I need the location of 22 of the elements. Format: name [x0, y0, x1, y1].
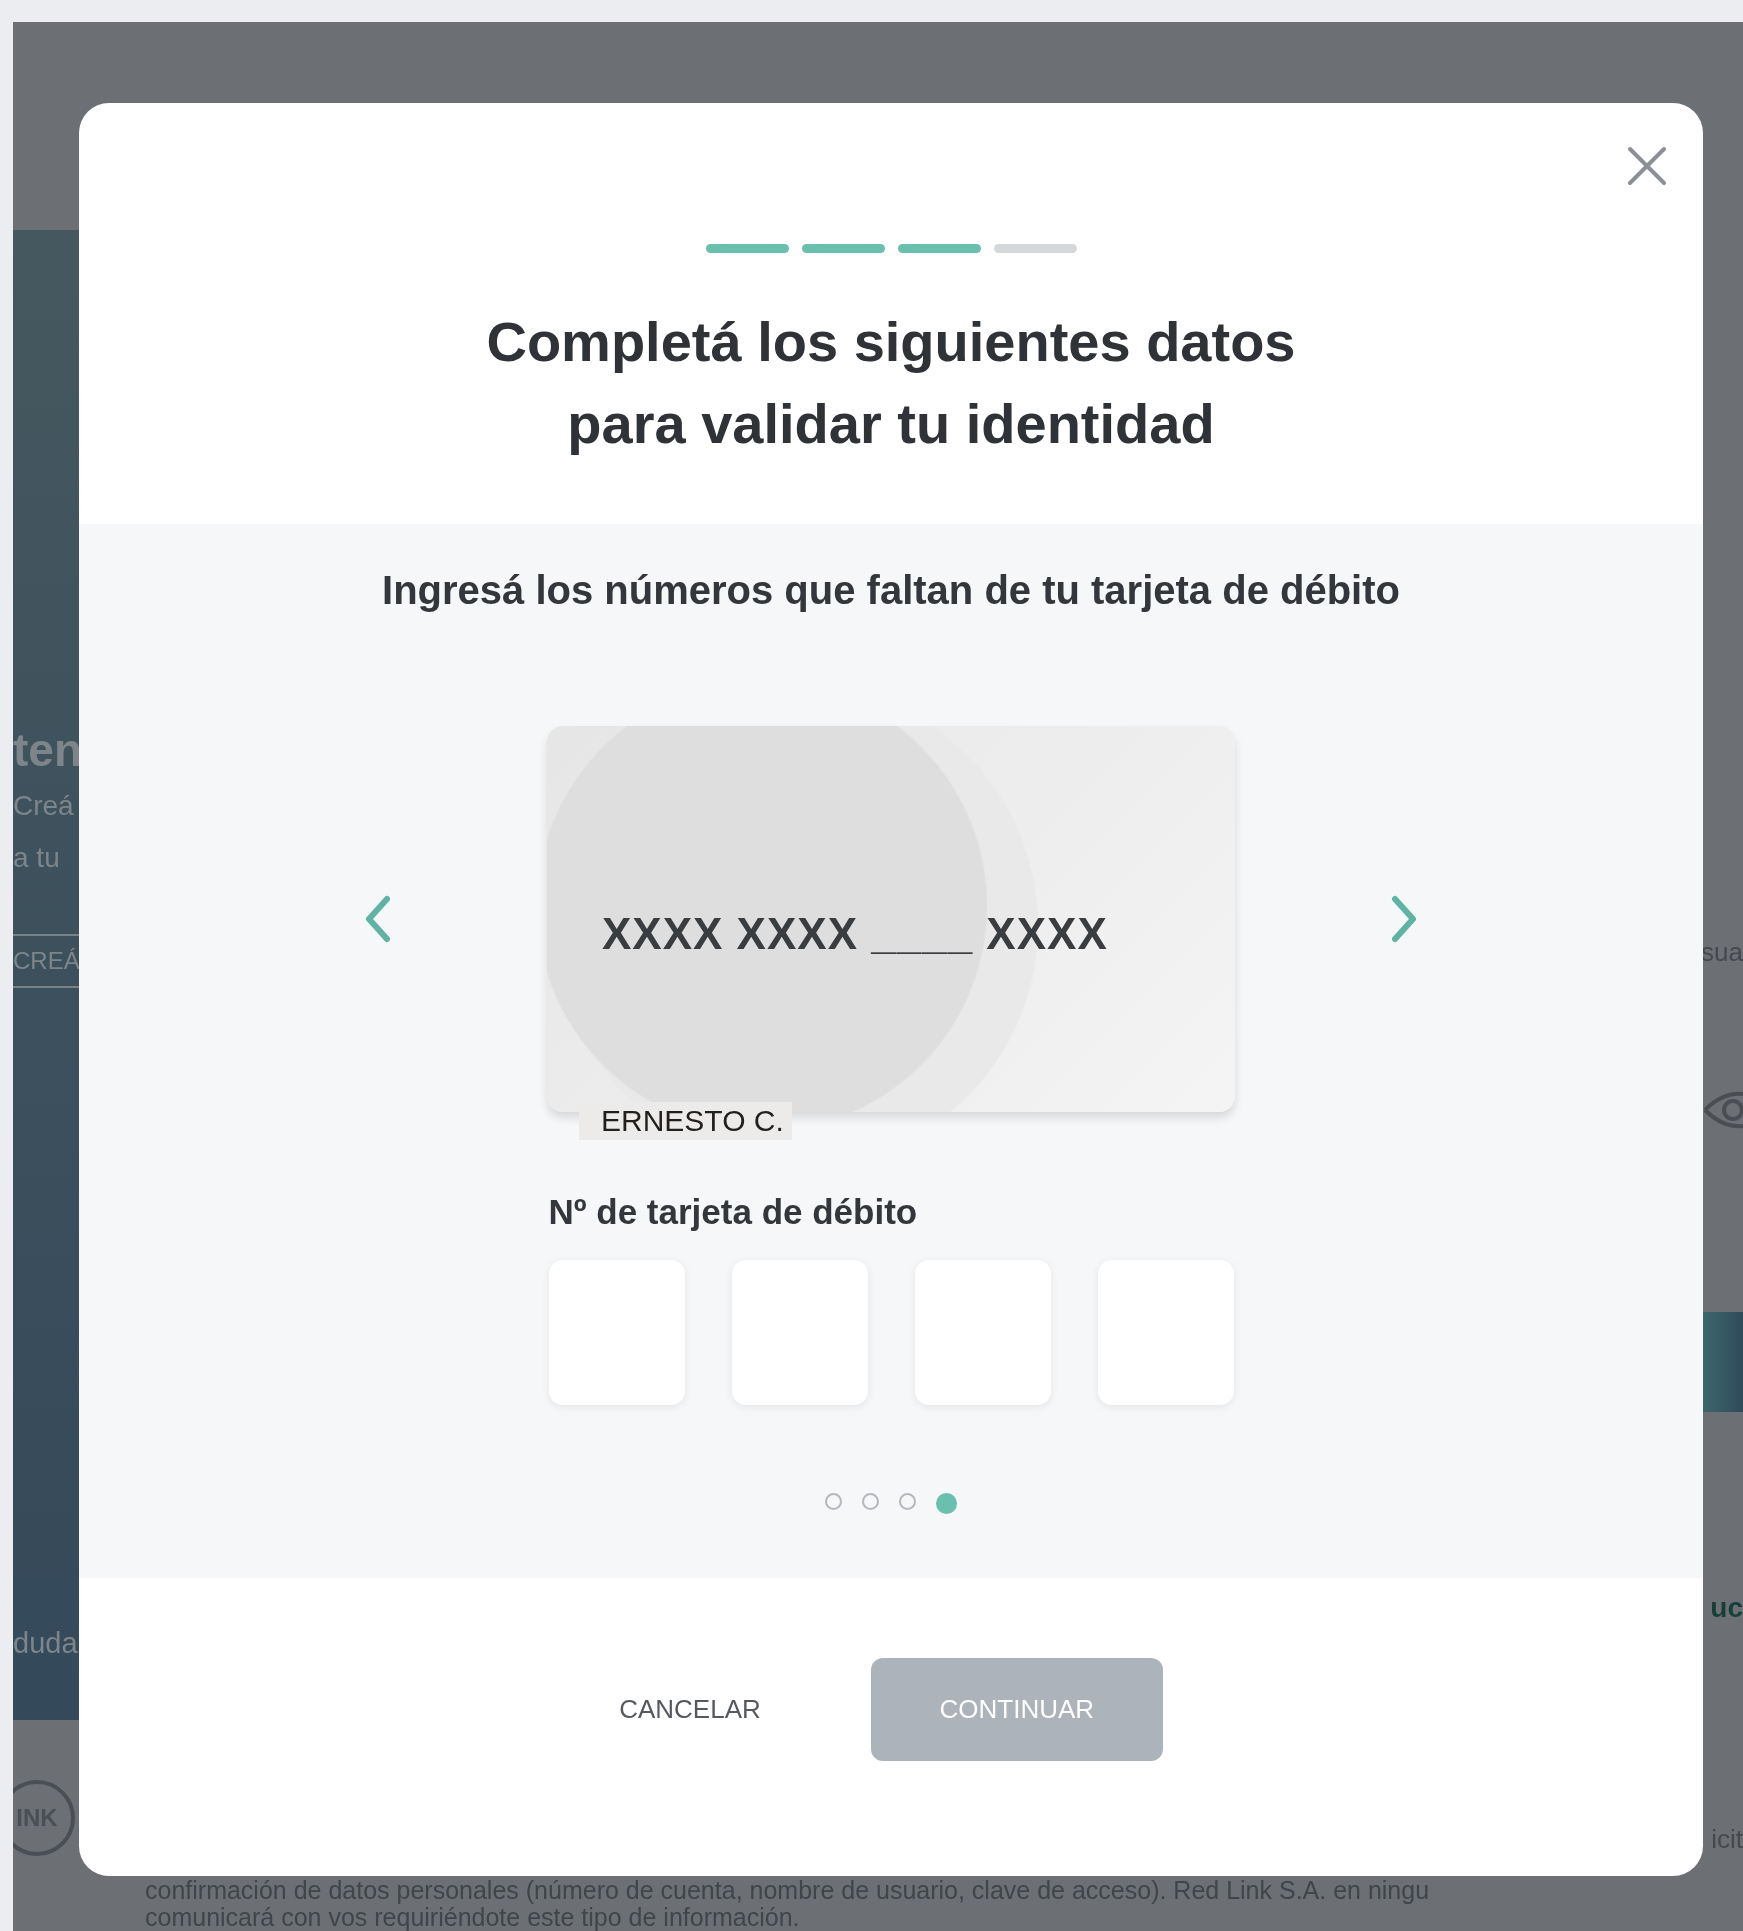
background-text: Creá	[13, 789, 75, 823]
close-icon	[1627, 146, 1667, 186]
background-text: a tu	[13, 841, 61, 875]
cancel-button[interactable]: CANCELAR	[619, 1684, 761, 1735]
instruction-text: Ingresá los números que faltan de tu tarjeta de débito	[382, 568, 1400, 613]
dialog-title: Completá los siguientes datos	[486, 309, 1296, 375]
next-button[interactable]	[1391, 895, 1419, 943]
chevron-left-icon	[363, 895, 391, 943]
card-number: XXXX XXXX ____ XXXX	[602, 909, 1108, 959]
background-text: uc	[1710, 1592, 1743, 1624]
background-heading: ten	[13, 723, 79, 778]
background-text: duda	[13, 1627, 79, 1660]
card-holder: ERNESTO C.	[579, 1102, 792, 1140]
field-label: Nº de tarjeta de débito	[548, 1192, 919, 1232]
previous-button[interactable]	[363, 895, 391, 943]
close-button[interactable]	[1627, 146, 1667, 186]
page-dot[interactable]	[862, 1493, 879, 1510]
dialog-title: para validar tu identidad	[567, 391, 1215, 457]
page-dot[interactable]	[825, 1493, 842, 1510]
page-dot[interactable]	[899, 1493, 916, 1510]
chevron-right-icon	[1391, 895, 1419, 943]
page-dot[interactable]	[936, 1493, 957, 1514]
